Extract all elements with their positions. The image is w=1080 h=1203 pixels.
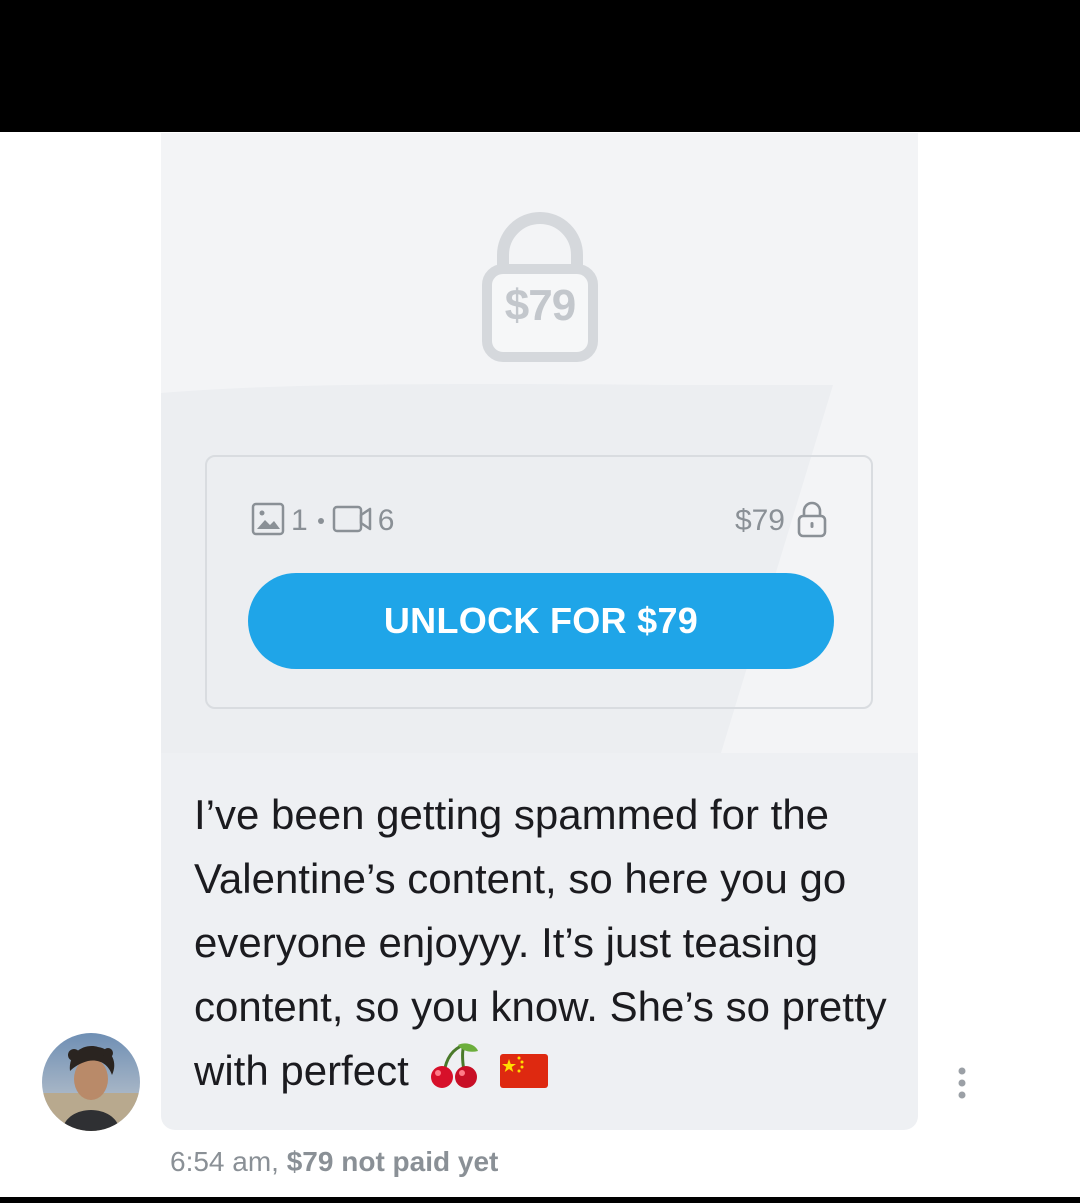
- message-bubble: $79 1 6 $79 UNLOCK FOR $79 I’ve been get…: [161, 133, 918, 1130]
- more-options-icon[interactable]: [955, 1066, 969, 1100]
- cherries-emoji: [428, 1041, 480, 1107]
- payment-status: $79 not paid yet: [286, 1146, 499, 1177]
- small-lock-icon: [797, 500, 827, 543]
- lock-price-label: $79: [504, 281, 576, 330]
- media-count-row: 1 6: [251, 501, 400, 541]
- message-body: I’ve been getting spammed for the Valent…: [194, 783, 894, 1107]
- price-row: $79: [735, 501, 827, 541]
- paywall-card: 1 6 $79 UNLOCK FOR $79: [205, 455, 873, 709]
- price-label: $79: [734, 504, 785, 537]
- top-black-bar: [0, 0, 1080, 132]
- china-flag-emoji: [500, 1042, 549, 1106]
- unlock-button[interactable]: UNLOCK FOR $79: [248, 573, 834, 669]
- separator-dot: [317, 518, 324, 524]
- bottom-black-bar: [0, 1197, 1080, 1203]
- message-time: 6:54 am,: [170, 1146, 279, 1177]
- locked-media-preview[interactable]: $79 1 6 $79 UNLOCK FOR $79: [161, 133, 918, 753]
- image-icon: [251, 502, 285, 541]
- video-count: 6: [377, 504, 395, 537]
- message-footer: 6:54 am, $79 not paid yet: [170, 1146, 498, 1178]
- photo-count: 1: [291, 504, 308, 537]
- sender-avatar[interactable]: [42, 1033, 140, 1131]
- video-icon: [332, 504, 372, 539]
